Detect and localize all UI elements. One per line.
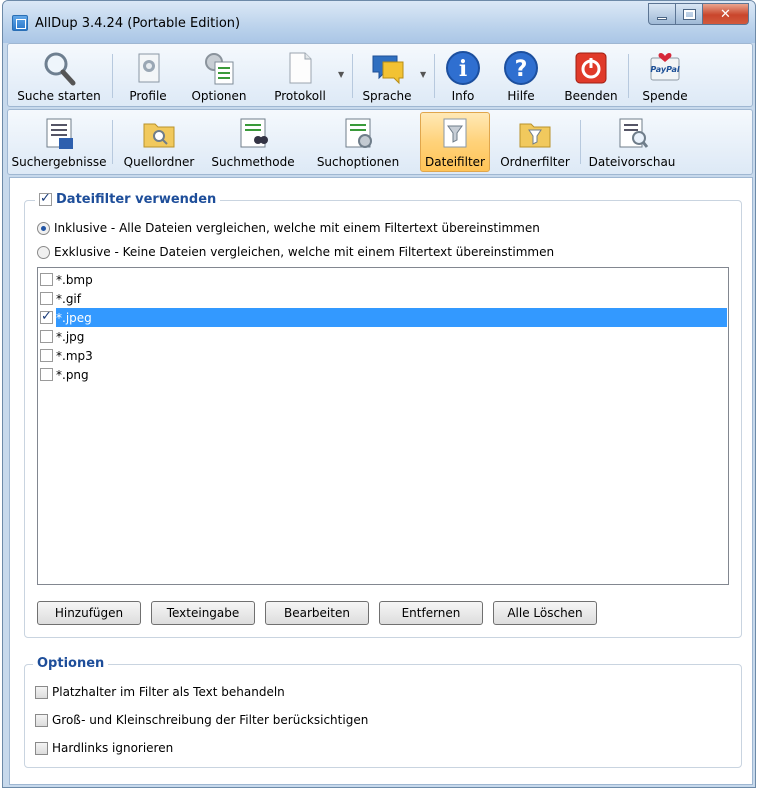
toolbar-exit-button[interactable]: Beenden — [560, 44, 622, 106]
toolbar-search-start-button[interactable]: Suche starten — [16, 44, 102, 106]
toolbar-separator — [434, 54, 435, 98]
window-title: AllDup 3.4.24 (Portable Edition) — [35, 16, 241, 31]
power-icon — [571, 48, 611, 88]
folder-search-icon — [139, 114, 179, 154]
delete-all-button[interactable]: Alle Löschen — [493, 601, 597, 625]
toolbar-separator — [628, 54, 629, 98]
list-item[interactable]: *.jpeg — [40, 308, 92, 327]
file-filter-group: Dateifilter verwenden Inklusive - Alle D… — [24, 191, 742, 638]
main-toolbar: Suche starten Profile Optionen Protokoll… — [7, 43, 753, 107]
options-icon — [199, 48, 239, 88]
maximize-button[interactable] — [676, 3, 703, 25]
toolbar-help-button[interactable]: ? Hilfe — [500, 44, 542, 106]
profile-icon — [128, 48, 168, 88]
option-ignore-hardlinks[interactable]: Hardlinks ignorieren — [35, 741, 173, 755]
item-checkbox[interactable] — [40, 273, 53, 286]
app-icon[interactable] — [12, 15, 28, 31]
tab-bar: Suchergebnisse Quellordner Suchmethode S… — [7, 109, 753, 175]
toolbar-separator — [112, 54, 113, 98]
item-checkbox[interactable] — [40, 349, 53, 362]
tab-file-preview[interactable]: Dateivorschau — [586, 110, 678, 174]
toolbar-language-button[interactable]: Sprache — [358, 44, 416, 106]
add-button[interactable]: Hinzufügen — [37, 601, 141, 625]
magnifier-icon — [39, 48, 79, 88]
minimize-button[interactable] — [648, 3, 676, 25]
folder-filter-icon — [515, 114, 555, 154]
option-checkbox[interactable] — [35, 685, 48, 699]
svg-text:i: i — [459, 56, 467, 82]
list-item[interactable]: *.jpg — [40, 327, 84, 346]
exclusive-label: Exklusive - Keine Dateien vergleichen, w… — [54, 245, 555, 259]
toolbar-options-button[interactable]: Optionen — [184, 44, 254, 106]
option-wildcards-as-text[interactable]: Platzhalter im Filter als Text behandeln — [35, 685, 285, 699]
window-controls: ✕ — [648, 3, 749, 25]
toolbar-info-button[interactable]: i Info — [442, 44, 484, 106]
toolbar-donate-button[interactable]: PayPal Spende — [638, 44, 692, 106]
list-item[interactable]: *.png — [40, 365, 89, 384]
search-options-icon — [338, 114, 378, 154]
file-filter-enable-toggle[interactable]: Dateifilter verwenden — [35, 191, 221, 207]
tab-separator — [580, 120, 581, 164]
file-preview-icon — [612, 114, 652, 154]
file-filter-icon — [435, 114, 475, 154]
tab-file-filter[interactable]: Dateifilter — [420, 110, 490, 174]
svg-text:?: ? — [515, 57, 528, 82]
exclusive-radio-option[interactable]: Exklusive - Keine Dateien vergleichen, w… — [37, 245, 554, 259]
close-icon: ✕ — [720, 6, 731, 22]
list-item[interactable]: *.gif — [40, 289, 81, 308]
paypal-icon: PayPal — [645, 48, 685, 88]
document-icon — [280, 48, 320, 88]
option-case-sensitive[interactable]: Groß- und Kleinschreibung der Filter ber… — [35, 713, 368, 727]
info-icon: i — [443, 48, 483, 88]
results-list-icon — [39, 114, 79, 154]
options-title: Optionen — [33, 656, 109, 671]
tab-search-results[interactable]: Suchergebnisse — [10, 110, 108, 174]
remove-button[interactable]: Entfernen — [379, 601, 483, 625]
app-window: AllDup 3.4.24 (Portable Edition) ✕ Suche… — [2, 0, 756, 788]
list-item[interactable]: *.bmp — [40, 270, 93, 289]
tab-folder-filter[interactable]: Ordnerfilter — [494, 110, 576, 174]
protocol-dropdown-arrow[interactable]: ▼ — [338, 70, 344, 79]
edit-button[interactable]: Bearbeiten — [265, 601, 369, 625]
minimize-icon — [657, 16, 667, 20]
option-checkbox[interactable] — [35, 713, 48, 727]
option-checkbox[interactable] — [35, 741, 48, 755]
toolbar-separator — [352, 54, 353, 98]
svg-text:PayPal: PayPal — [650, 65, 679, 74]
file-filter-panel: Dateifilter verwenden Inklusive - Alle D… — [9, 177, 753, 785]
title-bar: AllDup 3.4.24 (Portable Edition) ✕ — [3, 1, 755, 43]
language-icon — [367, 48, 407, 88]
file-filter-enable-checkbox[interactable] — [39, 191, 52, 206]
list-item-selected-highlight[interactable] — [56, 308, 727, 327]
list-item[interactable]: *.mp3 — [40, 346, 93, 365]
exclusive-radio[interactable] — [37, 245, 50, 259]
close-button[interactable]: ✕ — [703, 3, 749, 25]
text-input-button[interactable]: Texteingabe — [151, 601, 255, 625]
tab-search-method[interactable]: Suchmethode — [206, 110, 300, 174]
inclusive-radio-option[interactable]: Inklusive - Alle Dateien vergleichen, we… — [37, 221, 540, 235]
inclusive-radio[interactable] — [37, 221, 50, 235]
item-checkbox[interactable] — [40, 330, 53, 343]
tab-source-folder[interactable]: Quellordner — [116, 110, 202, 174]
file-filter-enable-label: Dateifilter verwenden — [56, 192, 217, 207]
language-dropdown-arrow[interactable]: ▼ — [420, 70, 426, 79]
help-icon: ? — [501, 48, 541, 88]
options-group: Optionen Platzhalter im Filter als Text … — [24, 656, 742, 768]
filter-list[interactable]: *.bmp *.gif *.jpeg *.jpg *.mp3 — [37, 267, 729, 585]
search-method-icon — [233, 114, 273, 154]
inclusive-label: Inklusive - Alle Dateien vergleichen, we… — [54, 221, 540, 235]
item-checkbox[interactable] — [40, 309, 53, 324]
tab-search-options[interactable]: Suchoptionen — [304, 110, 412, 174]
item-checkbox[interactable] — [40, 292, 53, 305]
toolbar-profile-button[interactable]: Profile — [122, 44, 174, 106]
toolbar-protocol-button[interactable]: Protokoll — [266, 44, 334, 106]
tab-separator — [112, 120, 113, 164]
item-checkbox[interactable] — [40, 368, 53, 381]
maximize-icon — [682, 8, 696, 20]
